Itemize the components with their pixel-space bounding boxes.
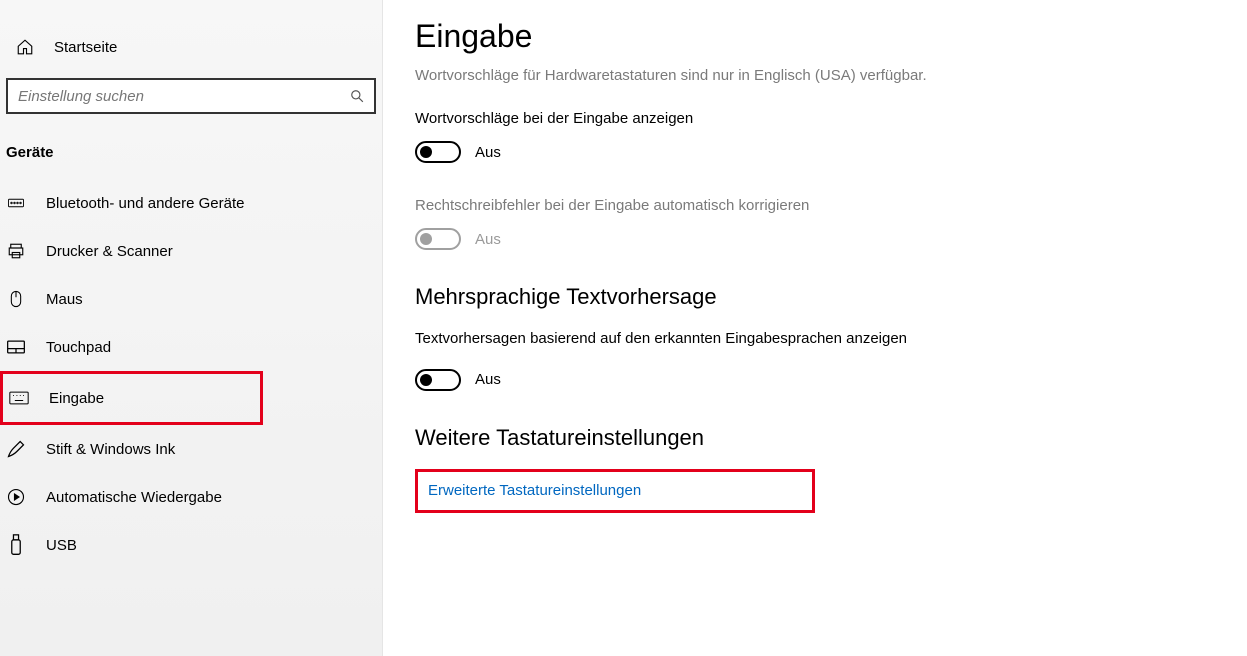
toggle-state-text: Aus [475, 144, 501, 161]
advanced-keyboard-link[interactable]: Erweiterte Tastatureinstellungen [428, 482, 641, 499]
sidebar-item-label: Automatische Wiedergabe [46, 489, 222, 506]
printer-icon [6, 241, 26, 261]
sidebar-item-label: Bluetooth- und andere Geräte [46, 195, 244, 212]
highlighted-link-box: Erweiterte Tastatureinstellungen [415, 469, 815, 513]
toggle-state-text: Aus [475, 371, 501, 388]
home-nav[interactable]: Startseite [0, 28, 382, 66]
sidebar-item-touchpad[interactable]: Touchpad [0, 323, 382, 371]
toggle-autocorrect [415, 228, 461, 250]
sidebar-item-label: USB [46, 537, 77, 554]
sidebar-item-mouse[interactable]: Maus [0, 275, 382, 323]
sidebar-item-label: Stift & Windows Ink [46, 441, 175, 458]
search-icon [350, 89, 364, 103]
keyboard-icon [9, 388, 29, 408]
sidebar-item-label: Touchpad [46, 339, 111, 356]
sidebar: Startseite Geräte Bluetooth- und andere … [0, 0, 383, 656]
home-icon [16, 38, 34, 56]
bluetooth-icon [6, 193, 26, 213]
section-multilingual-header: Mehrsprachige Textvorhersage [415, 284, 1207, 310]
home-label: Startseite [54, 39, 117, 56]
pen-icon [6, 439, 26, 459]
sidebar-item-pen[interactable]: Stift & Windows Ink [0, 425, 382, 473]
category-header: Geräte [0, 136, 382, 179]
option-show-suggestions-label: Wortvorschläge bei der Eingabe anzeigen [415, 110, 1207, 127]
hardware-note: Wortvorschläge für Hardwaretastaturen si… [415, 65, 1207, 86]
toggle-show-suggestions[interactable] [415, 141, 461, 163]
page-title: Eingabe [415, 18, 1207, 55]
sidebar-item-printer[interactable]: Drucker & Scanner [0, 227, 382, 275]
sidebar-item-eingabe[interactable]: Eingabe [0, 371, 263, 425]
sidebar-item-bluetooth[interactable]: Bluetooth- und andere Geräte [0, 179, 382, 227]
usb-icon [6, 535, 26, 555]
toggle-state-text: Aus [475, 231, 501, 248]
search-input[interactable] [6, 78, 376, 114]
sidebar-item-label: Drucker & Scanner [46, 243, 173, 260]
section-more-keyboard-header: Weitere Tastatureinstellungen [415, 425, 1207, 451]
main-content: Eingabe Wortvorschläge für Hardwaretasta… [383, 0, 1247, 656]
autoplay-icon [6, 487, 26, 507]
section-multilingual-body: Textvorhersagen basierend auf den erkann… [415, 328, 975, 351]
sidebar-item-usb[interactable]: USB [0, 521, 382, 569]
sidebar-item-label: Maus [46, 291, 83, 308]
option-autocorrect-label: Rechtschreibfehler bei der Eingabe autom… [415, 197, 1207, 214]
sidebar-item-autoplay[interactable]: Automatische Wiedergabe [0, 473, 382, 521]
search-field[interactable] [18, 88, 350, 105]
touchpad-icon [6, 337, 26, 357]
toggle-multilingual[interactable] [415, 369, 461, 391]
sidebar-item-label: Eingabe [49, 390, 104, 407]
mouse-icon [6, 289, 26, 309]
